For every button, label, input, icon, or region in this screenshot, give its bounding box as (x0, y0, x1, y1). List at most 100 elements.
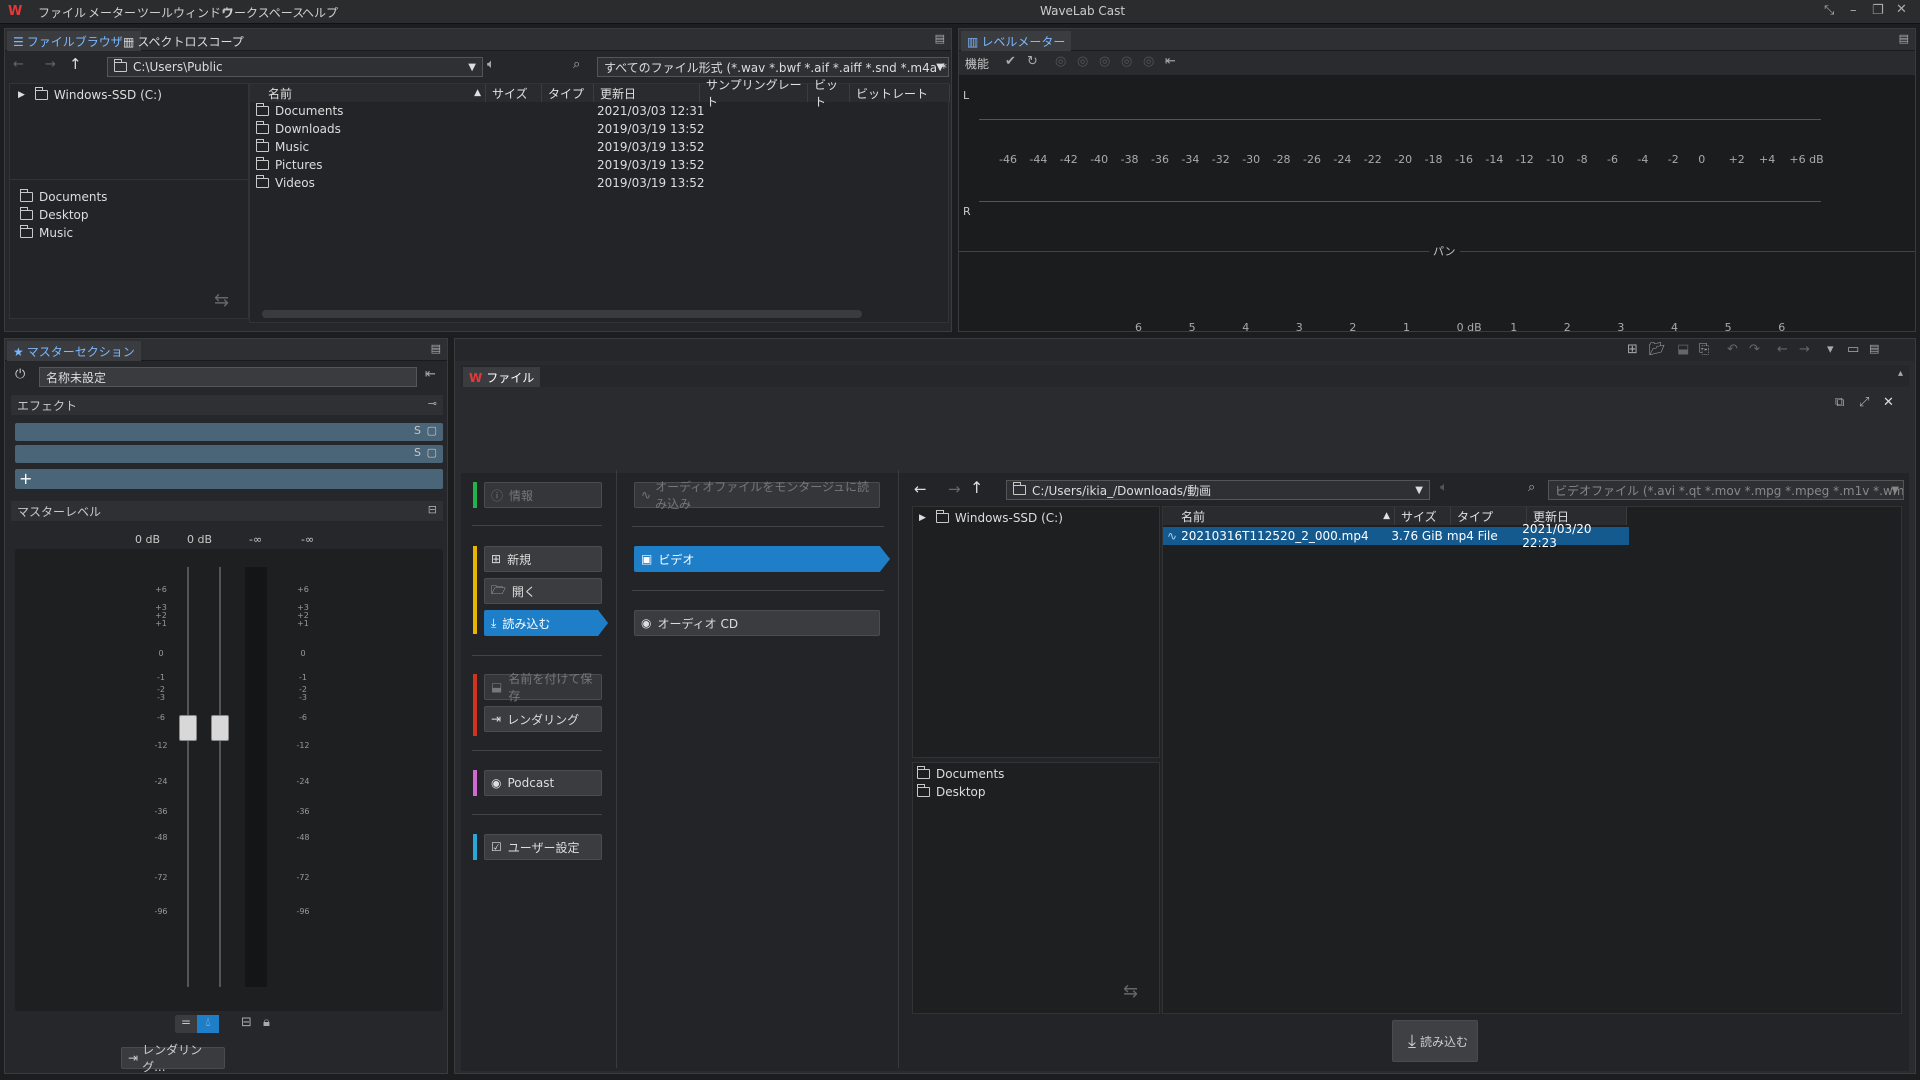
collapse-icon[interactable]: ▴ (1898, 368, 1903, 379)
column-name[interactable]: 名前 ▲ (250, 84, 486, 102)
table-row[interactable]: Documents 2021/03/03 12:31 (256, 102, 946, 120)
favorite-item[interactable]: Documents (20, 188, 107, 206)
search-icon[interactable]: ⌕ (1528, 480, 1535, 495)
slot-menu-icon[interactable]: ▢ (427, 424, 437, 437)
load-to-montage-button[interactable]: ∿ オーディオファイルをモンタージュに読み込み (634, 480, 880, 511)
panel-menu-icon[interactable]: ▤ (1869, 342, 1879, 355)
functions-menu[interactable]: 機能 (965, 55, 989, 72)
panel-menu-icon[interactable]: ▤ (1899, 32, 1909, 45)
search-icon[interactable]: ⌕ (573, 57, 580, 72)
preset-field[interactable]: 名称未設定 (39, 367, 417, 387)
path-input[interactable]: C:\Users\Public ▼ (107, 57, 483, 77)
meter-option-icon[interactable]: ◎ (1143, 54, 1154, 69)
restore-icon[interactable]: ❐ (1872, 3, 1884, 18)
tab-spectroscope[interactable]: ▥ スペクトロスコープ (117, 31, 250, 51)
user-settings-button[interactable]: ☑ ユーザー設定 (484, 834, 602, 860)
menu-file[interactable]: ファイル (38, 4, 86, 21)
power-icon[interactable]: ⏻ (15, 367, 25, 382)
tab-level-meter[interactable]: ▥ レベルメーター (961, 31, 1072, 51)
speaker-icon[interactable]: 🔈︎ (1440, 480, 1448, 495)
back-icon[interactable]: ← (914, 480, 927, 498)
meter-option-icon[interactable]: ◎ (1055, 54, 1066, 69)
new-button[interactable]: ⊞ 新規 (484, 546, 602, 572)
table-row[interactable]: Music 2019/03/19 13:52 (256, 138, 946, 156)
mono-icon[interactable]: ⊟ (241, 1015, 252, 1030)
up-icon[interactable]: ↑ (69, 55, 82, 73)
video-button[interactable]: ▣ ビデオ (634, 546, 890, 572)
meter-option-icon[interactable]: ◎ (1099, 54, 1110, 69)
meter-toggle-icon[interactable]: ⊟ (428, 503, 437, 516)
solo-icon[interactable]: S (414, 446, 421, 459)
podcast-button[interactable]: ◉ Podcast (484, 770, 602, 796)
favorite-item[interactable]: Desktop (917, 783, 986, 801)
maximize-icon[interactable]: ▭ (1847, 342, 1859, 357)
video-filter-select[interactable]: ビデオファイル (*.avi *.qt *.mov *.mpg *.mpeg *… (1548, 480, 1904, 500)
new-file-icon[interactable]: ⊞ (1627, 342, 1638, 357)
forward-icon[interactable]: → (45, 57, 56, 72)
speaker-icon[interactable]: 🔈︎ (487, 57, 495, 72)
menu-workspace[interactable]: ワークスペース (222, 4, 304, 21)
back-icon[interactable]: ← (1777, 342, 1788, 357)
save-as-icon[interactable]: ⎘ (1699, 342, 1709, 357)
column-bits[interactable]: ビット (808, 78, 850, 109)
open-button[interactable]: 🗁︎ 開く (484, 578, 602, 604)
effect-slot[interactable]: S ▢ (15, 423, 443, 441)
horizontal-scrollbar[interactable] (262, 310, 862, 318)
import-file-button[interactable]: ⤓ 読み込む (1392, 1020, 1478, 1062)
info-button[interactable]: ⓘ 情報 (484, 482, 602, 508)
dropdown-icon[interactable]: ▾ (1827, 342, 1834, 357)
back-icon[interactable]: ← (13, 57, 24, 72)
table-row[interactable]: Videos 2019/03/19 13:52 (256, 174, 946, 192)
close-icon[interactable]: ✕ (1883, 395, 1894, 410)
open-file-icon[interactable]: 📂︎ (1649, 342, 1666, 357)
menu-help[interactable]: ヘルプ (302, 4, 338, 21)
column-type[interactable]: タイプ (542, 84, 594, 102)
solo-icon[interactable]: S (414, 424, 421, 437)
redo-icon[interactable]: ↷ (1749, 342, 1760, 357)
column-type[interactable]: タイプ (1451, 507, 1527, 525)
close-icon[interactable]: ✕ (1896, 2, 1907, 17)
reset-icon[interactable]: ↻ (1027, 54, 1038, 69)
meter-option-icon[interactable]: ◎ (1121, 54, 1132, 69)
panel-menu-icon[interactable]: ▤ (431, 342, 441, 355)
table-row[interactable]: Downloads 2019/03/19 13:52 (256, 120, 946, 138)
render-menu-button[interactable]: ⇥ レンダリング (484, 706, 602, 732)
effect-slot[interactable]: S ▢ (15, 445, 443, 463)
collapse-left-icon[interactable]: ⇤ (425, 367, 436, 382)
favorite-item[interactable]: Desktop (20, 206, 89, 224)
undo-icon[interactable]: ↶ (1727, 342, 1738, 357)
file-filter-select[interactable]: すべてのファイル形式 (*.wav *.bwf *.aif *.aiff *.s… (597, 57, 949, 77)
favorite-item[interactable]: Music (20, 224, 73, 242)
check-icon[interactable]: ✔ (1005, 54, 1016, 69)
slot-menu-icon[interactable]: ▢ (427, 446, 437, 459)
link-toggle[interactable]: = 💧︎ (175, 1015, 219, 1033)
save-as-button[interactable]: ⬓ 名前を付けて保存 (484, 672, 602, 703)
column-modified[interactable]: 更新日 (594, 84, 700, 102)
audio-cd-button[interactable]: ◉ オーディオ CD (634, 610, 880, 636)
render-button[interactable]: ⇥ レンダリング... (121, 1043, 225, 1074)
tab-file[interactable]: W ファイル (463, 367, 541, 387)
collapse-left-icon[interactable]: ⇤ (1165, 54, 1176, 69)
tree-item-drive[interactable]: ▶ Windows-SSD (C:) (18, 86, 162, 104)
column-size[interactable]: サイズ (486, 84, 542, 102)
meter-option-icon[interactable]: ◎ (1077, 54, 1088, 69)
sync-icon[interactable]: ⇆ (1123, 981, 1138, 1002)
menu-tool-window[interactable]: ツールウィンドウ (137, 4, 233, 21)
sync-icon[interactable]: ⇆ (214, 290, 229, 311)
column-name[interactable]: 名前 ▲ (1163, 507, 1395, 525)
import-button[interactable]: ⤓ 読み込む (484, 610, 608, 636)
pin-icon[interactable]: ⤡ (1824, 3, 1834, 18)
table-row[interactable]: Pictures 2019/03/19 13:52 (256, 156, 946, 174)
table-row-selected[interactable]: ∿ 20210316T112520_2_000.mp4 3.76 GiB mp4… (1163, 522, 1629, 550)
up-icon[interactable]: ↑ (970, 478, 983, 497)
forward-icon[interactable]: → (948, 480, 961, 498)
lock-icon[interactable]: 🔒︎ (263, 1015, 270, 1030)
fader-handle-l[interactable] (179, 715, 197, 741)
favorite-item[interactable]: Documents (917, 765, 1004, 783)
menu-meter[interactable]: メーター (88, 4, 136, 21)
column-sample-rate[interactable]: サンプリングレート (700, 78, 808, 109)
column-bitrate[interactable]: ビットレート (850, 84, 950, 102)
video-path-input[interactable]: C:/Users/ikia_/Downloads/動画 ▼ (1006, 480, 1430, 500)
fader-handle-r[interactable] (211, 715, 229, 741)
save-icon[interactable]: ⬓ (1677, 342, 1689, 357)
